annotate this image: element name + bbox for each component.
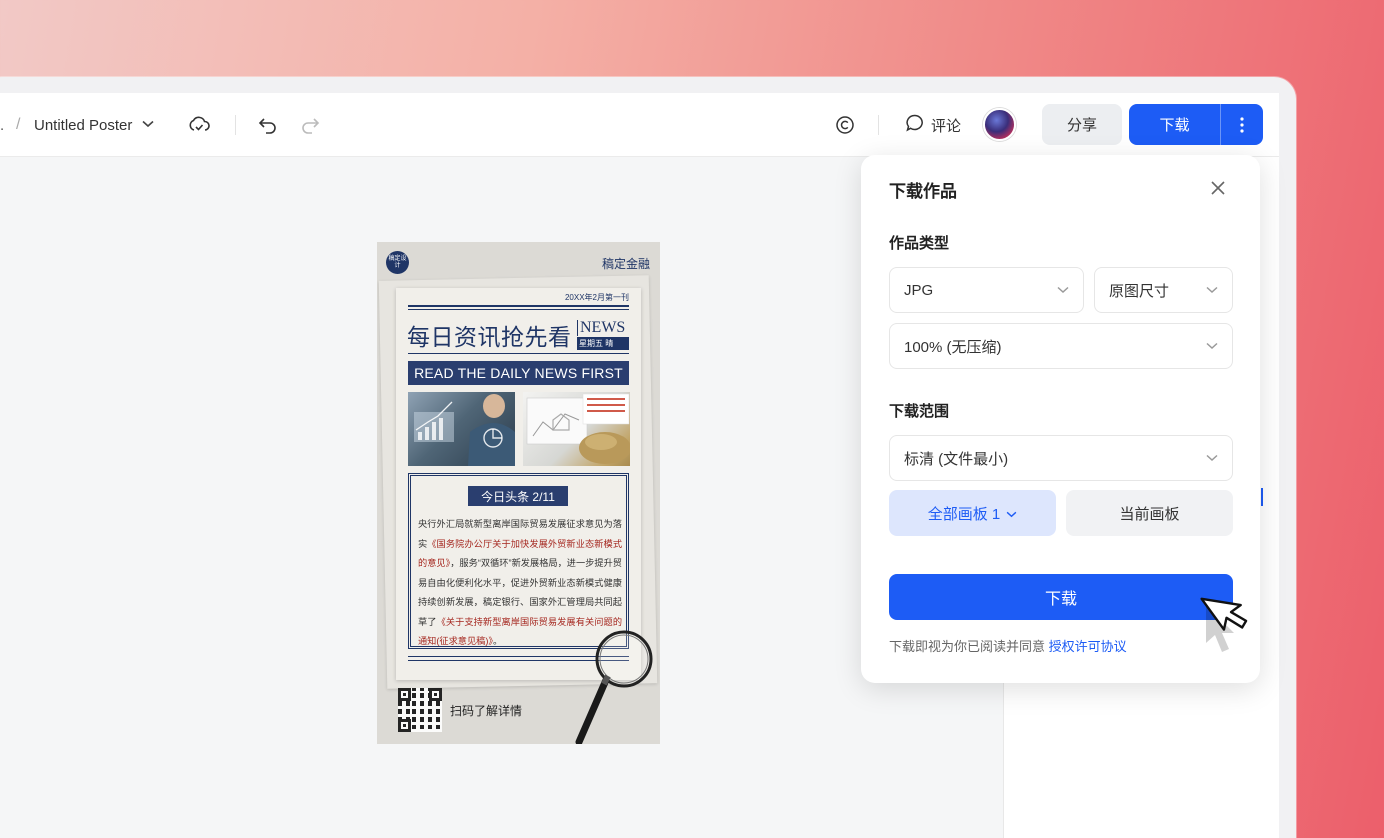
format-select[interactable]: JPG [889, 267, 1084, 313]
poster-rule [408, 353, 629, 354]
chevron-down-icon [1206, 451, 1218, 465]
chevron-down-icon [142, 119, 154, 131]
close-icon[interactable] [1210, 179, 1226, 202]
poster-banner: READ THE DAILY NEWS FIRST [408, 361, 629, 385]
poster-logo: 稿定设计 [386, 251, 409, 274]
range-section-label: 下载范围 [889, 403, 950, 420]
popover-title: 下载作品 [889, 182, 957, 201]
article-text: 。 [493, 636, 503, 646]
qr-corner [398, 688, 411, 701]
document-title-dropdown[interactable]: Untitled Poster [34, 93, 154, 157]
quality-select[interactable]: 100% (无压缩) [889, 323, 1233, 369]
chevron-down-icon [1206, 283, 1218, 297]
qr-code [398, 688, 442, 732]
license-link[interactable]: 授权许可协议 [1049, 639, 1127, 654]
toolbar-divider [235, 115, 236, 135]
size-value: 原图尺寸 [1109, 282, 1170, 300]
cloud-sync-icon[interactable] [188, 93, 210, 157]
redo-icon[interactable] [300, 93, 320, 157]
copyright-icon[interactable] [835, 93, 855, 157]
chevron-down-icon [1206, 339, 1218, 353]
poster-canvas[interactable]: 稿定设计 稿定金融 20XX年2月第一刊 每日资讯抢先看 NEWS 星期五 晴 … [377, 242, 660, 744]
quality-value: 100% (无压缩) [904, 338, 1002, 356]
type-section-label: 作品类型 [889, 235, 950, 252]
chevron-down-icon [1006, 505, 1017, 522]
poster-issue: 20XX年2月第一刊 [564, 293, 629, 302]
poster-rule [408, 309, 629, 310]
news-weekday: 星期五 晴 [577, 337, 629, 350]
poster-rule [408, 305, 629, 307]
chevron-down-icon [1057, 283, 1069, 297]
breadcrumb-dot[interactable]: . [0, 93, 4, 157]
more-vertical-icon[interactable] [1221, 116, 1263, 133]
cursor-icon [1193, 597, 1249, 662]
undo-icon[interactable] [258, 93, 278, 157]
confirm-download-button[interactable]: 下载 [889, 574, 1233, 620]
avatar[interactable] [983, 108, 1016, 141]
poster-brand: 稿定金融 [601, 257, 650, 271]
comment-icon [905, 113, 925, 137]
today-badge: 今日头条 2/11 [468, 486, 568, 506]
news-word: NEWS [577, 320, 629, 336]
current-board-button[interactable]: 当前画板 [1066, 490, 1233, 536]
news-masthead: NEWS 星期五 晴 [577, 320, 629, 350]
license-notice: 下载即视为你已阅读并同意 授权许可协议 [889, 636, 1127, 655]
all-boards-button[interactable]: 全部画板 1 [889, 490, 1056, 536]
business-photo [408, 392, 515, 466]
resolution-select[interactable]: 标清 (文件最小) [889, 435, 1233, 481]
breadcrumb-separator: / [16, 116, 21, 133]
download-button[interactable]: 下载 [1129, 114, 1220, 135]
resolution-value: 标清 (文件最小) [904, 450, 1009, 468]
format-value: JPG [904, 281, 934, 299]
qr-corner [398, 719, 411, 732]
license-text: 下载即视为你已阅读并同意 [889, 639, 1049, 654]
scan-label: 扫码了解详情 [450, 704, 523, 718]
finance-photo [523, 392, 630, 466]
magnifier-icon [575, 626, 657, 744]
top-toolbar: . / Untitled Poster 评论 分享 下载 [0, 93, 1279, 157]
size-select[interactable]: 原图尺寸 [1094, 267, 1233, 313]
all-boards-label: 全部画板 1 [927, 505, 1001, 523]
document-title: Untitled Poster [34, 116, 133, 134]
poster-headline: 每日资讯抢先看 [407, 324, 572, 350]
toolbar-divider [878, 115, 879, 135]
qr-corner [429, 688, 442, 701]
download-split-button: 下载 [1129, 104, 1263, 145]
share-button[interactable]: 分享 [1042, 104, 1122, 145]
panel-indicator [1261, 488, 1263, 506]
comment-label: 评论 [931, 117, 962, 135]
comment-button[interactable]: 评论 [905, 93, 961, 157]
